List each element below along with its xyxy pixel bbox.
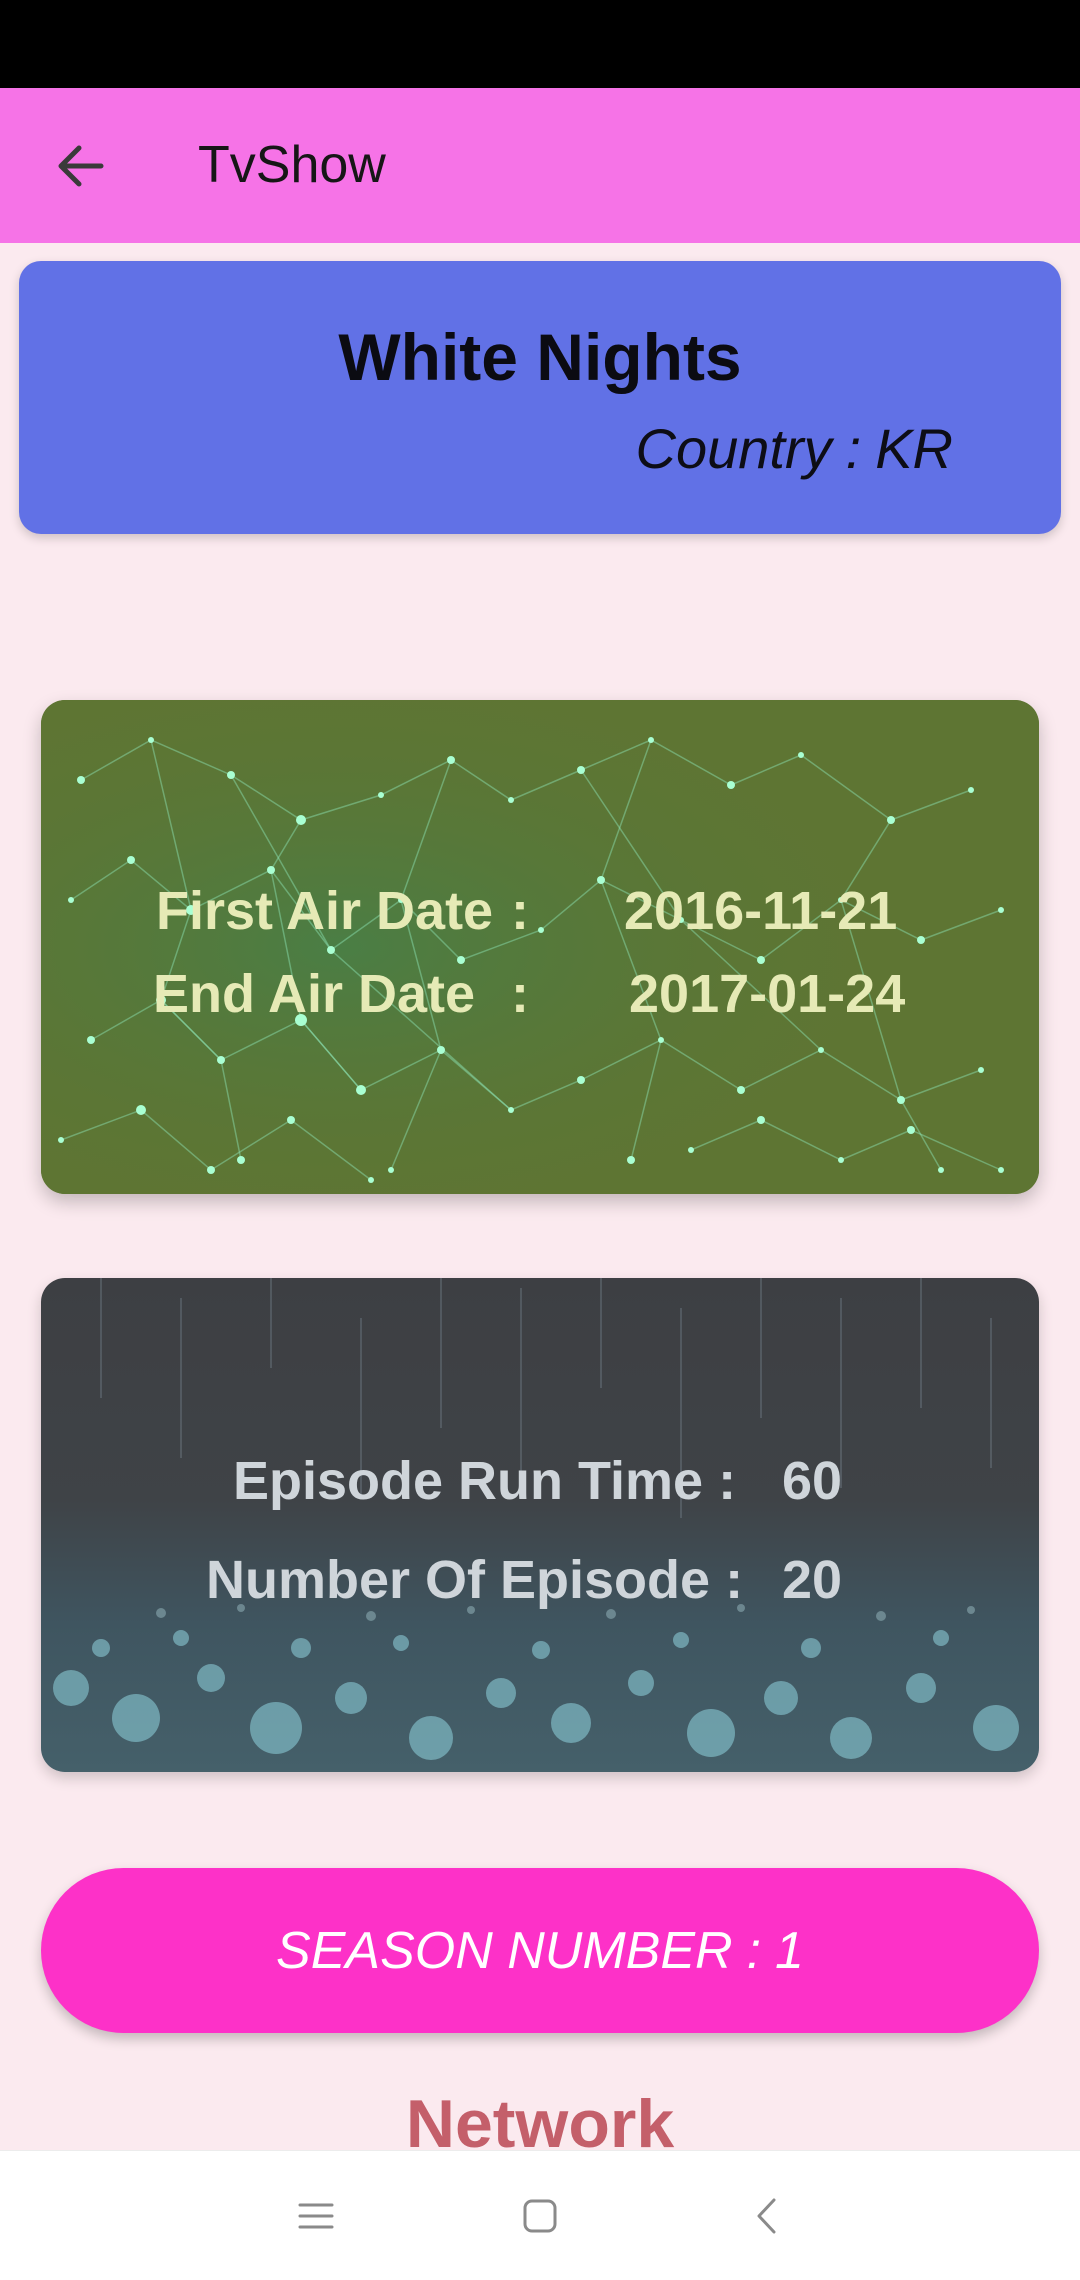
first-air-date-label: First Air Date <box>156 881 494 941</box>
show-name: White Nights <box>338 320 742 394</box>
end-air-date-row: End Air Date : 2017-01-24 <box>41 963 1039 1043</box>
status-bar <box>0 0 1080 88</box>
country-separator: : <box>845 417 862 480</box>
menu-icon <box>298 2203 334 2229</box>
episodes-card: Episode Run Time : 60 Number Of Episode … <box>41 1278 1039 1772</box>
runtime-value: 60 <box>782 1451 843 1511</box>
country-line: Country: KR <box>636 416 953 481</box>
home-square-icon <box>523 2199 557 2233</box>
nav-menu-button[interactable] <box>276 2176 356 2256</box>
end-air-date-separator: : <box>511 964 529 1024</box>
first-air-date-row: First Air Date : 2016-11-21 <box>41 880 1039 960</box>
chevron-left-icon <box>757 2198 776 2234</box>
first-air-date-value: 2016-11-21 <box>624 881 898 941</box>
runtime-row: Episode Run Time : 60 <box>41 1450 1039 1530</box>
runtime-label: Episode Run Time : <box>233 1451 737 1511</box>
episode-count-label: Number Of Episode : <box>206 1550 744 1610</box>
arrow-left-icon <box>58 145 104 187</box>
show-header-card: White Nights Country: KR <box>19 261 1061 534</box>
country-label: Country <box>635 417 832 480</box>
season-value: 1 <box>775 1921 804 1980</box>
season-separator: : <box>746 1921 762 1980</box>
nav-home-button[interactable] <box>500 2176 580 2256</box>
end-air-date-label: End Air Date <box>153 964 476 1024</box>
episode-count-value: 20 <box>782 1550 843 1610</box>
first-air-date-separator: : <box>511 881 529 941</box>
season-number-button[interactable]: SEASON NUMBER:1 <box>41 1868 1039 2033</box>
back-button[interactable] <box>38 124 122 208</box>
country-value: KR <box>875 417 953 480</box>
season-label: SEASON NUMBER <box>276 1921 733 1980</box>
app-bar: TvShow <box>0 88 1080 243</box>
air-dates-card: First Air Date : 2016-11-21 End Air Date… <box>41 700 1039 1194</box>
system-nav-bar <box>0 2150 1080 2280</box>
app-title: TvShow <box>198 136 386 194</box>
episode-count-row: Number Of Episode : 20 <box>41 1549 1039 1629</box>
nav-back-button[interactable] <box>726 2176 806 2256</box>
end-air-date-value: 2017-01-24 <box>629 964 906 1024</box>
